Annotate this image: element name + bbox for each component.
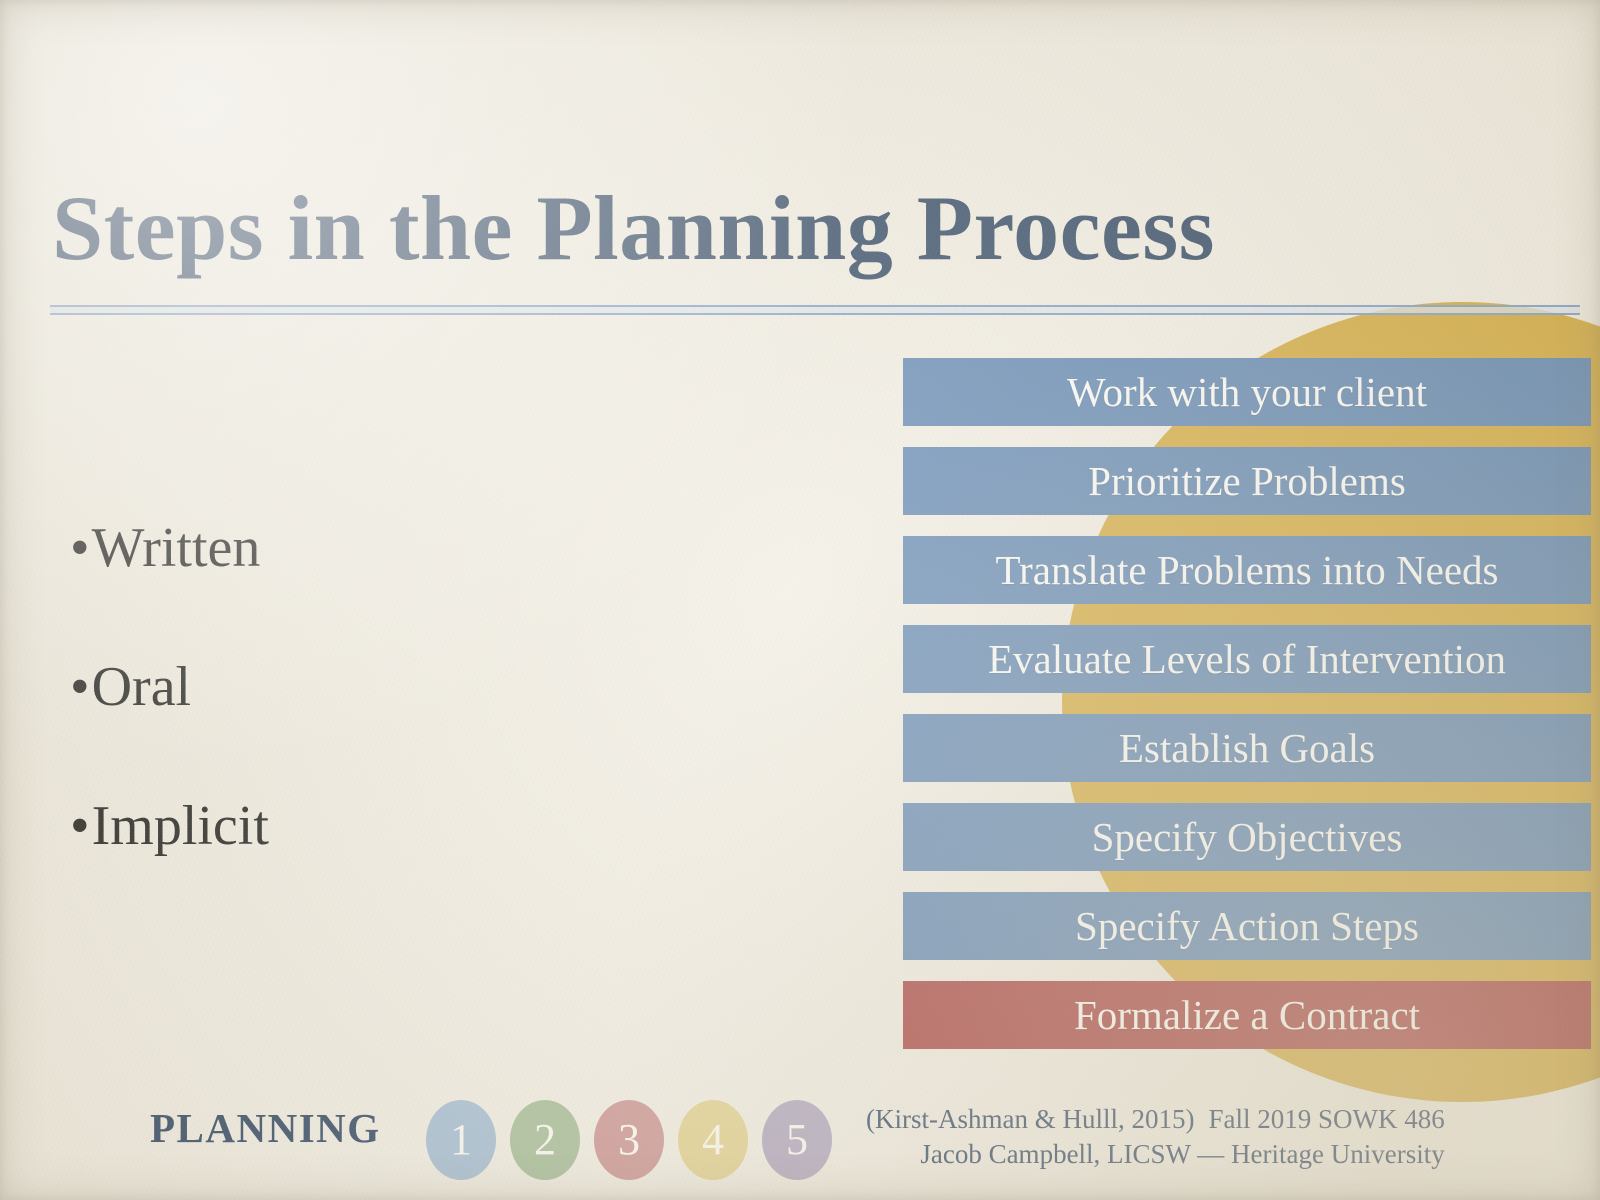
bullet-point-icon: • [70,795,90,857]
step-bar: Translate Problems into Needs [903,536,1591,604]
list-item-label: Oral [91,656,192,718]
step-bar: Evaluate Levels of Intervention [903,625,1591,693]
step-indicator-number: 4 [702,1115,724,1164]
step-indicator-number: 1 [450,1115,472,1164]
bullet-point-icon: • [70,656,90,718]
planning-steps-list: Work with your client Prioritize Problem… [903,358,1591,1049]
course-label: Fall 2019 SOWK 486 [1208,1104,1445,1134]
list-item-label: Written [91,517,261,579]
step-indicator-dot-2: 2 [510,1100,580,1180]
step-indicator-dot-4: 4 [678,1100,748,1180]
step-indicator-dot-3: 3 [594,1100,664,1180]
step-indicator-number: 2 [534,1115,556,1164]
step-bar: Specify Action Steps [903,892,1591,960]
bullet-point-icon: • [70,517,90,579]
page-title: Steps in the Planning Process [52,176,1215,279]
author-label: Jacob Campbell, LICSW — Heritage Univers… [920,1138,1445,1169]
step-indicator-number: 5 [786,1115,808,1164]
step-indicator-number: 3 [618,1115,640,1164]
bullet-list: • Written • Oral • Implicit [70,520,490,854]
list-item: • Implicit [70,798,490,854]
divider-rule-bottom [50,313,1580,315]
step-bar-highlighted: Formalize a Contract [903,981,1591,1049]
footer-step-indicator: 1 2 3 4 5 [426,1100,832,1180]
step-indicator-dot-5: 5 [762,1100,832,1180]
slide-canvas: Steps in the Planning Process • Written … [0,0,1600,1200]
footer-attribution: (Kirst-Ashman & Hulll, 2015) Fall 2019 SO… [866,1102,1445,1171]
citation-reference: (Kirst-Ashman & Hulll, 2015) [866,1104,1195,1134]
list-item: • Written [70,520,490,576]
step-bar: Establish Goals [903,714,1591,782]
list-item: • Oral [70,659,490,715]
title-divider [50,305,1580,316]
list-item-label: Implicit [91,795,269,857]
step-bar: Work with your client [903,358,1591,426]
footer-brand-label: PLANNING [150,1105,381,1151]
step-bar: Specify Objectives [903,803,1591,871]
step-indicator-dot-1: 1 [426,1100,496,1180]
step-bar: Prioritize Problems [903,447,1591,515]
